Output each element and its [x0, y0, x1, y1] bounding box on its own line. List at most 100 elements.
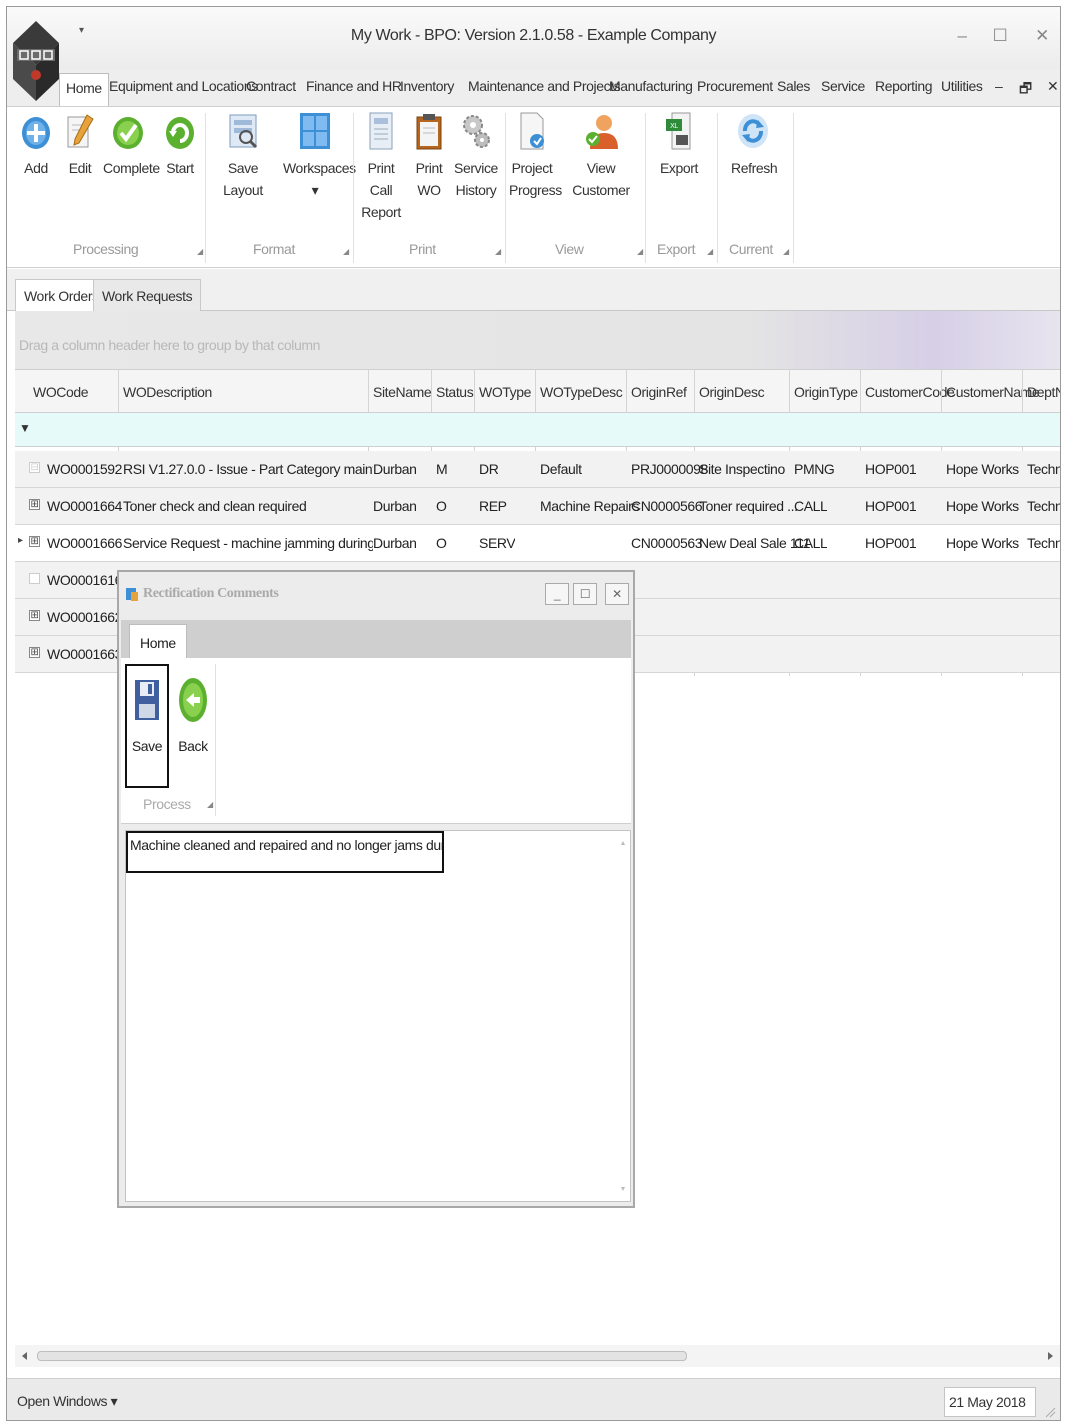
tab-manufacturing[interactable]: Manufacturing — [609, 78, 693, 94]
refresh-button[interactable]: Refresh — [731, 111, 778, 179]
ribbon-minimize-button[interactable]: – — [995, 78, 1003, 94]
complete-button[interactable]: Complete — [103, 111, 160, 179]
row-expander-icon[interactable]: ⊞ — [29, 647, 40, 658]
tab-service[interactable]: Service — [821, 78, 865, 94]
tab-finance-and-hr[interactable]: Finance and HR — [306, 78, 402, 94]
row-expander-icon[interactable]: ⊞ — [29, 499, 40, 510]
column-header-wocode[interactable]: WOCode — [33, 384, 89, 400]
service-history-button[interactable]: Service History — [453, 111, 499, 201]
export-button[interactable]: XL Export — [659, 111, 699, 179]
table-row-focused[interactable]: ▸ ⊞ WO0001666 Service Request - machine … — [15, 525, 1060, 562]
tab-equipment-and-locations[interactable]: Equipment and Locations — [109, 78, 258, 94]
project-progress-label-1: Project — [511, 160, 553, 176]
row-expander-icon[interactable] — [29, 573, 40, 584]
print-call-report-button[interactable]: Print Call Report — [357, 111, 405, 223]
cell-deptname: Technical — [1027, 461, 1060, 477]
comment-scrollbar[interactable] — [618, 835, 628, 1197]
mdi-close-button[interactable]: ✕ — [1047, 78, 1059, 95]
column-header-origintype[interactable]: OriginType — [794, 384, 858, 400]
cell-status: O — [436, 535, 447, 551]
bpo-logo-icon[interactable] — [11, 19, 61, 103]
cell-deptname: Technical — [1027, 498, 1060, 514]
column-header-wotype[interactable]: WOType — [479, 384, 531, 400]
column-header-origindesc[interactable]: OriginDesc — [699, 384, 765, 400]
column-header-originref[interactable]: OriginRef — [631, 384, 687, 400]
scroll-right-icon[interactable] — [1046, 1351, 1054, 1361]
add-button[interactable]: Add — [19, 111, 53, 179]
refresh-icon — [738, 114, 768, 148]
group-separator — [205, 113, 206, 263]
workspaces-button[interactable]: Workspaces ▾ — [283, 111, 356, 201]
cell-customercode: HOP001 — [865, 498, 917, 514]
minimize-button[interactable]: – — [949, 23, 975, 49]
date-field[interactable]: 21 May 2018 — [944, 1387, 1036, 1417]
view-customer-button[interactable]: View Customer — [563, 111, 639, 201]
group-label-format: Format — [253, 241, 295, 257]
tab-home[interactable]: Home — [59, 73, 109, 107]
table-row[interactable]: ⊟ WO0001592 RSI V1.27.0.0 - Issue - Part… — [15, 451, 1060, 488]
format-launcher-icon[interactable]: ◢ — [343, 247, 349, 256]
auto-filter-row[interactable]: ▼ — [15, 413, 1060, 447]
row-expander-icon[interactable]: ⊟ — [29, 462, 40, 473]
print-launcher-icon[interactable]: ◢ — [495, 247, 501, 256]
group-label-export: Export — [657, 241, 696, 257]
back-button[interactable]: Back — [175, 664, 211, 754]
svg-text:XL: XL — [670, 123, 678, 130]
column-header-deptname[interactable]: DeptName — [1027, 384, 1060, 400]
ribbon-tab-bar: Home Equipment and Locations Contract Fi… — [7, 69, 1060, 107]
group-by-panel[interactable]: Drag a column header here to group by th… — [15, 311, 1060, 369]
back-arrow-icon — [179, 678, 207, 722]
close-button[interactable]: ✕ — [1029, 23, 1055, 49]
column-header-wotypedesc[interactable]: WOTypeDesc — [540, 384, 623, 400]
dialog-tab-home[interactable]: Home — [129, 624, 187, 658]
tab-reporting[interactable]: Reporting — [875, 78, 933, 94]
maximize-button[interactable]: ☐ — [987, 23, 1013, 49]
cell-originref: CN0000563 — [631, 535, 703, 551]
refresh-label: Refresh — [731, 160, 778, 176]
workspaces-label: Workspaces — [283, 160, 356, 176]
project-progress-button[interactable]: Project Progress — [509, 111, 562, 201]
ribbon: Add Edit Complete Start Processing ◢ Sav… — [7, 106, 1060, 268]
column-header-status[interactable]: Status — [436, 384, 474, 400]
column-header-wodescription[interactable]: WODescription — [123, 384, 212, 400]
resize-grip-icon[interactable] — [1044, 1406, 1056, 1418]
row-expander-icon[interactable]: ⊞ — [29, 610, 40, 621]
process-launcher-icon[interactable]: ◢ — [207, 800, 213, 809]
cell-sitename: Durban — [373, 535, 417, 551]
tab-work-requests[interactable]: Work Requests — [93, 279, 202, 311]
column-header-customername[interactable]: CustomerName — [946, 384, 1040, 400]
dialog-maximize-button[interactable]: ☐ — [573, 583, 597, 605]
export-launcher-icon[interactable]: ◢ — [707, 247, 713, 256]
open-windows-menu[interactable]: Open Windows ▾ — [17, 1393, 118, 1410]
comment-text[interactable]: Machine cleaned and repaired and no long… — [126, 831, 444, 873]
cell-wotypedesc: Default — [540, 461, 582, 477]
horizontal-scrollbar[interactable] — [15, 1345, 1060, 1367]
tab-sales[interactable]: Sales — [777, 78, 810, 94]
tab-maintenance-and-projects[interactable]: Maintenance and Projects — [468, 78, 621, 94]
save-button[interactable]: Save — [125, 664, 169, 788]
mdi-restore-button[interactable]: 🗗 — [1019, 78, 1032, 102]
tab-inventory[interactable]: Inventory — [400, 78, 454, 94]
dialog-close-button[interactable]: ✕ — [605, 583, 629, 605]
tab-contract[interactable]: Contract — [246, 78, 296, 94]
scroll-left-icon[interactable] — [21, 1351, 29, 1361]
export-label: Export — [659, 160, 699, 176]
comment-textarea[interactable]: Machine cleaned and repaired and no long… — [125, 830, 631, 1202]
tab-procurement[interactable]: Procurement — [697, 78, 773, 94]
horizontal-scroll-thumb[interactable] — [37, 1351, 687, 1361]
row-expander-icon[interactable]: ⊞ — [29, 536, 40, 547]
edit-button[interactable]: Edit — [63, 111, 97, 179]
view-launcher-icon[interactable]: ◢ — [637, 247, 643, 256]
dialog-minimize-button[interactable]: _ — [545, 583, 569, 605]
current-launcher-icon[interactable]: ◢ — [783, 247, 789, 256]
report-icon — [369, 112, 393, 150]
table-row[interactable]: ⊞ WO0001664 Toner check and clean requir… — [15, 488, 1060, 525]
app-window: ▾ My Work - BPO: Version 2.1.0.58 - Exam… — [6, 6, 1061, 1421]
print-wo-button[interactable]: Print WO — [411, 111, 447, 201]
start-button[interactable]: Start — [163, 111, 197, 179]
column-header-sitename[interactable]: SiteName — [373, 384, 432, 400]
tab-utilities[interactable]: Utilities — [941, 78, 983, 94]
save-layout-button[interactable]: Save Layout — [211, 111, 275, 201]
processing-launcher-icon[interactable]: ◢ — [197, 247, 203, 256]
group-label-process: Process — [143, 796, 191, 812]
